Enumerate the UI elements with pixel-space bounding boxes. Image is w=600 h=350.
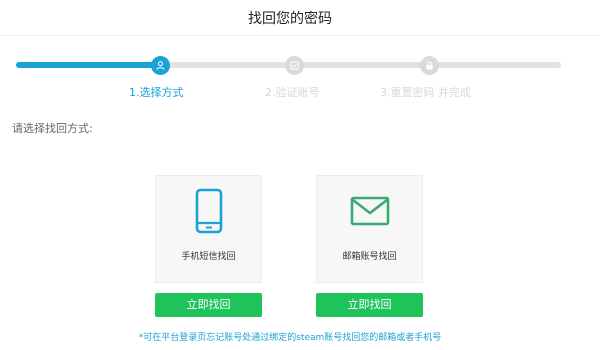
progress-fill — [16, 62, 164, 68]
email-recover-button[interactable]: 立即找回 — [316, 293, 423, 317]
password-recovery-page: 找回您的密码 1.选择方式 2.验证账号 3.重置密码 并完成 请选择找回方式: — [0, 0, 600, 350]
step-3-indicator — [420, 56, 439, 75]
sms-recover-button[interactable]: 立即找回 — [155, 293, 262, 317]
step-1-label: 1.选择方式 — [129, 86, 184, 99]
shield-icon — [290, 61, 299, 70]
lock-icon — [426, 61, 433, 70]
step-2-indicator — [285, 56, 304, 75]
step-2-label: 2.验证账号 — [265, 86, 320, 99]
page-title: 找回您的密码 — [248, 11, 332, 27]
phone-icon — [195, 188, 222, 234]
user-icon — [156, 61, 165, 70]
email-recovery-label: 邮箱账号找回 — [342, 252, 397, 262]
step-3-label: 3.重置密码 并完成 — [380, 86, 471, 99]
method-prompt: 请选择找回方式: — [12, 122, 93, 135]
step-1-indicator — [151, 56, 170, 75]
envelope-icon — [350, 196, 389, 226]
email-recovery-card[interactable]: 邮箱账号找回 — [316, 175, 423, 283]
sms-recovery-label: 手机短信找回 — [181, 252, 236, 262]
title-divider — [0, 35, 600, 36]
recovery-note: *可在平台登录页忘记账号处通过绑定的steam账号找回您的邮箱或者手机号 — [138, 333, 442, 343]
sms-recovery-card[interactable]: 手机短信找回 — [155, 175, 262, 283]
